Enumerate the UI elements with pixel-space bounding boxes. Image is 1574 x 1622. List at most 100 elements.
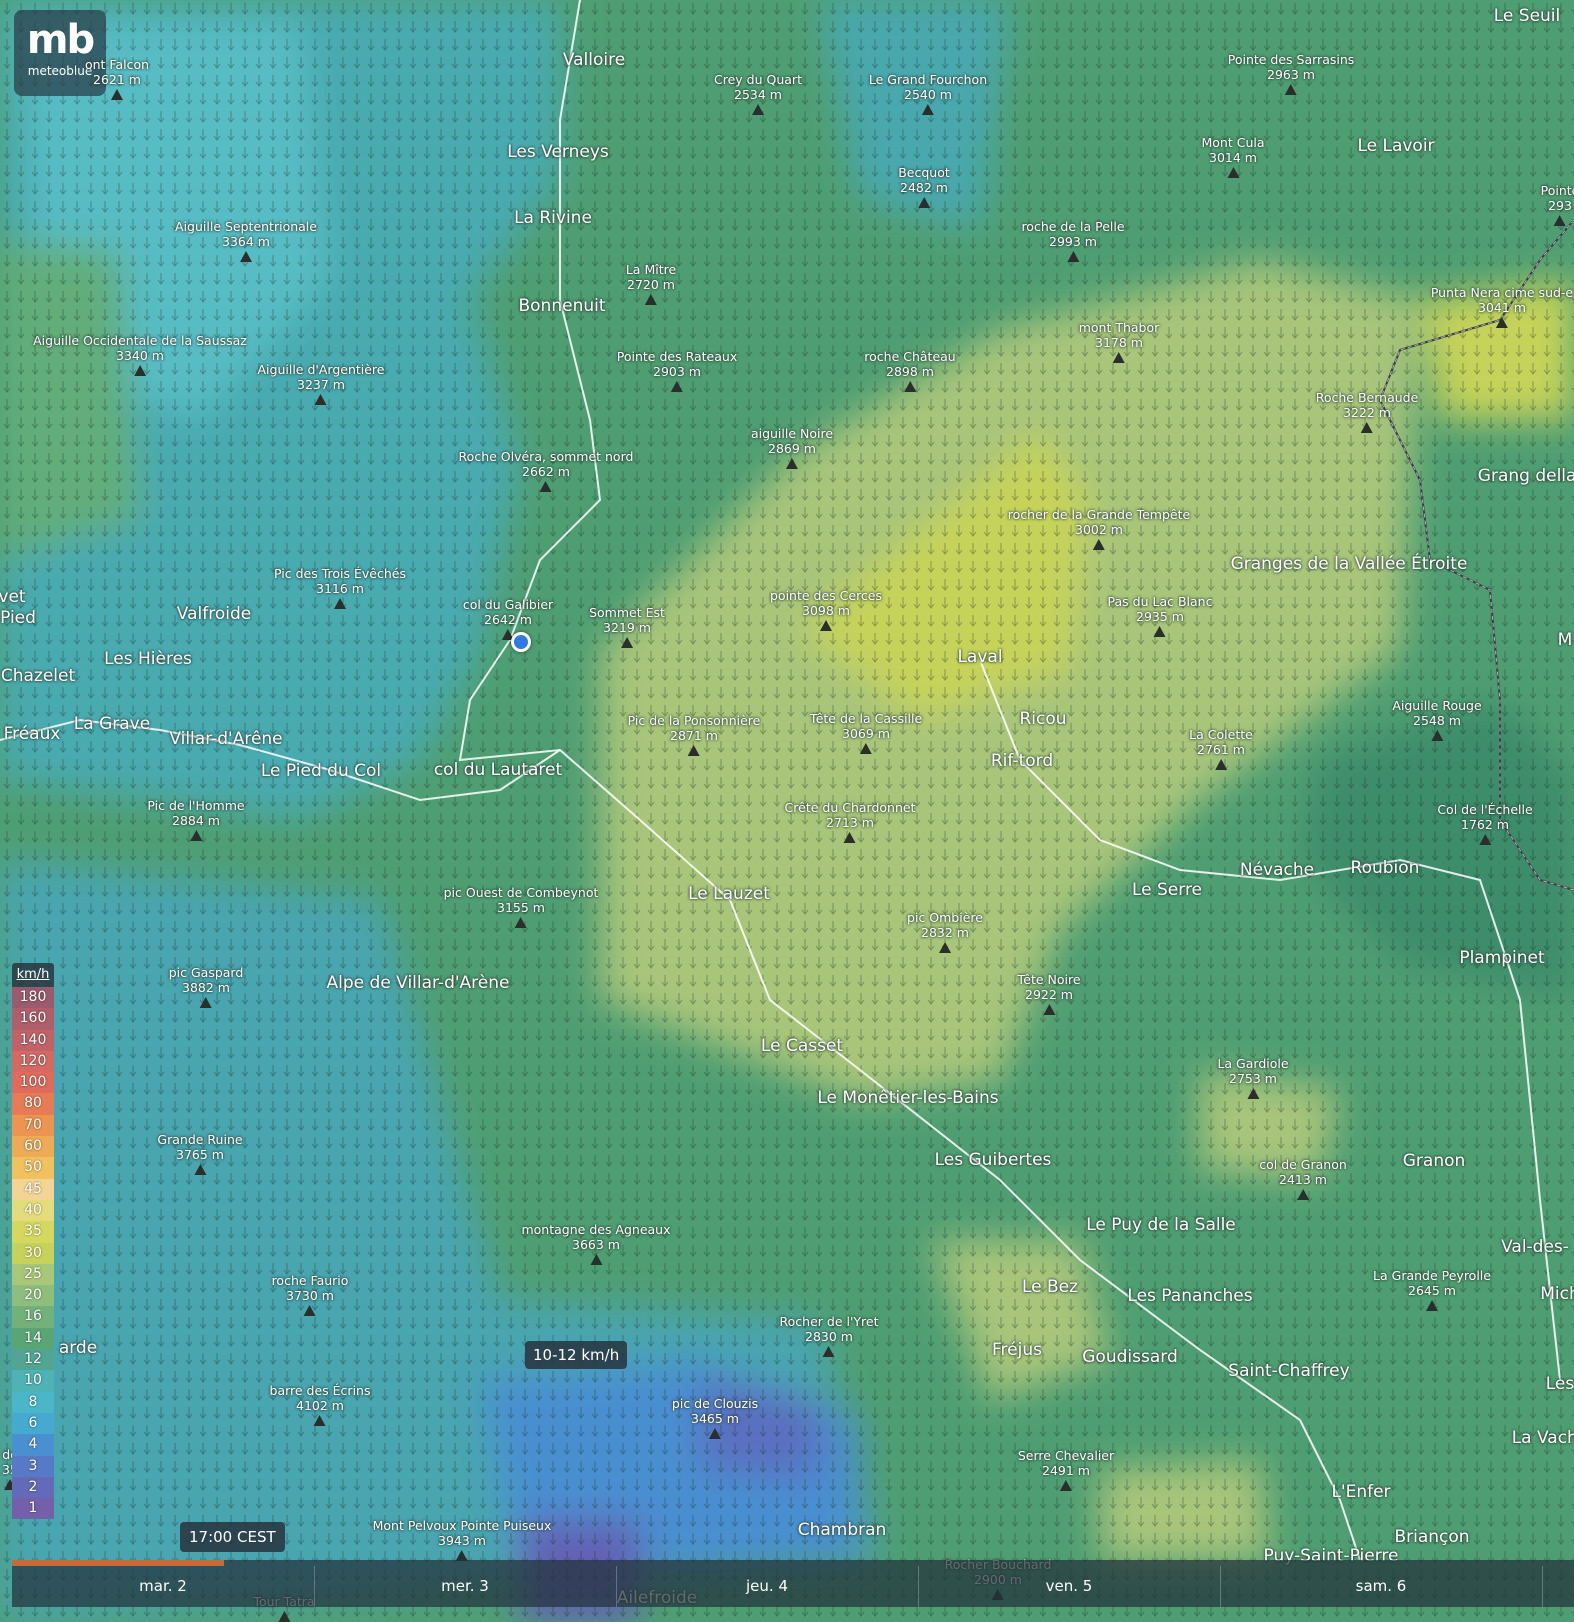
timeline-day[interactable]: mar. 2 [12,1566,315,1607]
peak-label: roche Faurio 3730 m [272,1273,348,1316]
peak-label: montagne des Agneaux 3663 m [521,1222,671,1265]
peak-elevation: 2993 m [1049,234,1097,249]
peak-elevation: 3340 m [116,348,164,363]
peak-name: roche Château [864,349,956,364]
legend-stop: 180 [12,987,54,1009]
peak-elevation: 2534 m [734,87,782,102]
peak-elevation: 3002 m [1075,522,1123,537]
peak-triangle-icon [621,637,633,648]
place-label: Névache [1239,860,1315,880]
peak-name: pic Ombière [907,910,983,925]
timeline-bar[interactable]: mar. 2 mer. 3 jeu. 4 ven. 5 sam. 6 [12,1560,1574,1607]
peak-elevation: 1762 m [1461,817,1509,832]
place-label: Val-des- [1501,1237,1569,1257]
peak-elevation: 3730 m [286,1288,334,1303]
peak-triangle-icon [1360,422,1373,433]
peak-label: La Mître 2720 m [626,262,676,305]
legend-stop: 50 [12,1157,54,1179]
peak-elevation: 2491 m [1042,1463,1090,1478]
peak-label: Tête de la Cassille 3069 m [810,711,922,754]
peak-name: Tête Noire [1017,972,1081,987]
peak-triangle-icon [1214,759,1227,770]
place-label: Alpe de Villar-d'Arène [326,973,510,993]
timeline-day[interactable]: mer. 3 [314,1566,617,1607]
peak-label: barre des Écrins 4102 m [270,1383,370,1426]
peak-name: Grande Ruine [157,1132,243,1147]
peak-triangle-icon [314,394,327,405]
legend-stop: 16 [12,1306,54,1328]
peak-triangle-icon [1247,1088,1259,1099]
peak-elevation: 3098 m [802,603,850,618]
peak-name: montagne des Agneaux [521,1222,671,1237]
peak-label: Pic des Trois Évêchés 3116 m [274,566,406,609]
peak-elevation: 293 [1548,198,1572,213]
peak-triangle-icon [1430,730,1443,741]
peak-triangle-icon [938,942,951,953]
peak-elevation: 3116 m [316,581,364,596]
peak-elevation: 2645 m [1408,1283,1456,1298]
place-label: Fréaux [3,724,61,744]
peak-elevation: 2540 m [904,87,952,102]
peak-label: Aiguille Occidentale de la Saussaz 3340 m [33,333,247,376]
legend-stop: 6 [12,1412,54,1435]
peak-triangle-icon [1226,167,1239,178]
peak-label: mont Thabor 3178 m [1078,320,1160,363]
peak-name: mont Thabor [1078,320,1160,335]
peak-label: col du Galibier 2642 m [463,597,553,640]
timeline-day[interactable]: sam. 6 [1220,1566,1543,1607]
place-label: Les Verneys [507,142,609,162]
peak-triangle-icon [193,1164,206,1175]
peak-label: Roche Olvéra, sommet nord 2662 m [459,449,633,492]
peak-triangle-icon [1478,834,1491,845]
peak-elevation: 3465 m [691,1411,739,1426]
peak-label: Aiguille d'Argentière 3237 m [258,362,384,405]
time-badge[interactable]: 17:00 CEST [180,1522,285,1552]
peak-elevation: 3219 m [603,620,651,635]
place-label: Le Monêtier-les-Bains [817,1088,999,1108]
peak-label: Mont Pelvoux Pointe Puiseux 3943 m [373,1518,551,1561]
peak-name: pic Gaspard [168,965,244,980]
peak-elevation: 3155 m [497,900,545,915]
peak-triangle-icon [590,1254,602,1265]
place-label: Le Casset [760,1036,844,1056]
peak-triangle-icon [645,294,657,305]
peak-elevation: 3014 m [1209,150,1257,165]
peak-name: Crey du Quart [714,72,802,87]
peak-elevation: 2963 m [1267,67,1315,82]
peak-label: Pic de l'Homme 2884 m [147,798,245,841]
peak-name: Pointe des Rateaux [616,349,738,364]
peak-elevation: 2884 m [172,813,220,828]
place-label: Grang della Res [1477,466,1574,486]
peak-name: Roche Bernaude [1315,390,1419,405]
place-label: L'Enfer [1331,1482,1391,1502]
peak-label: Punta Nera cime sud-e 3041 m [1431,285,1573,328]
peak-label: pic Ombière 2832 m [907,910,983,953]
peak-triangle-icon [133,365,146,376]
peak-triangle-icon [1092,539,1105,550]
peak-name: La Grande Peyrolle [1373,1268,1491,1283]
timeline-day[interactable]: ven. 5 [918,1566,1221,1607]
legend-stop: 10 [12,1370,54,1392]
peak-triangle-icon [670,381,683,392]
peak-name: ont Falcon [84,57,150,72]
peak-name: Crête du Chardonnet [784,800,916,815]
peak-triangle-icon [515,917,527,928]
peak-elevation: 3222 m [1343,405,1391,420]
timeline-day[interactable]: jeu. 4 [616,1566,919,1607]
peak-name: Pic de l'Homme [147,798,245,813]
peak-elevation: 2869 m [768,441,816,456]
legend-unit: km/h [12,963,54,987]
peak-name: pic de Clouzis [671,1396,759,1411]
peak-elevation: 2548 m [1413,713,1461,728]
legend-stop: 70 [12,1114,54,1137]
location-marker[interactable] [511,632,531,652]
peak-triangle-icon [1496,317,1508,328]
legend-stop: 12 [12,1349,54,1371]
peak-elevation: 3663 m [572,1237,620,1252]
peak-triangle-icon [1042,1004,1055,1015]
legend-stops: 180 160 140 120 100 80 70 60 50 45 40 35 30 25 20 16 14 1… [12,987,54,1520]
peak-elevation: 3237 m [297,377,345,392]
legend-stop: 8 [12,1391,54,1413]
peak-label: Rocher de l'Yret 2830 m [780,1314,878,1357]
peak-name: col de Granon [1259,1157,1347,1172]
